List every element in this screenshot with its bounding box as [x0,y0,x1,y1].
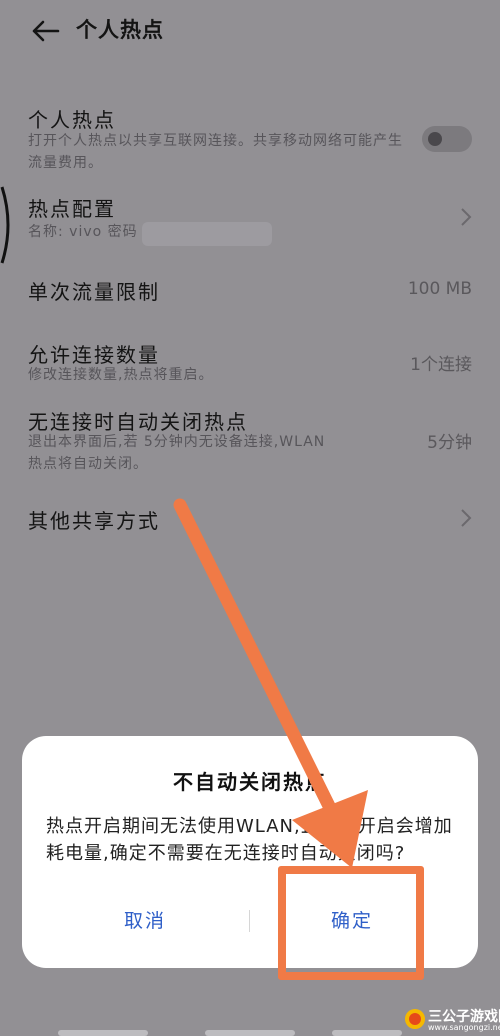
other-sharing-title: 其他共享方式 [28,509,160,533]
back-arrow-icon[interactable] [28,14,62,48]
page-title: 个人热点 [76,18,164,42]
auto-off-subtitle: 退出本界面后,若 5分钟内无设备连接,WLAN热点将自动关闭。 [28,434,326,472]
chevron-right-icon [461,509,472,527]
app-header: 个人热点 [0,0,500,62]
hotspot-description: 打开个人热点以共享互联网连接。共享移动网络可能产生流量费用。 [28,133,403,171]
watermark-logo-icon [405,1009,425,1029]
max-connections-value: 1个连接 [410,355,472,375]
bottom-nav-segment [332,1030,402,1036]
bottom-nav-segment [58,1030,148,1036]
annotation-highlight-box [278,866,424,980]
chevron-right-icon [461,208,472,226]
toggle-knob [428,132,442,146]
bottom-nav-segment [205,1030,295,1036]
watermark-url: www.sangongzi.net [428,1023,500,1032]
hotspot-toggle[interactable] [422,126,472,152]
max-connections-subtitle: 修改连接数量,热点将重启。 [28,367,214,383]
auto-off-value: 5分钟 [427,433,472,453]
data-limit-title: 单次流量限制 [28,280,160,304]
password-redaction [142,222,272,246]
data-limit-value: 100 MB [407,279,472,299]
config-title: 热点配置 [28,197,116,221]
cancel-button[interactable]: 取消 [124,906,166,933]
hotspot-title: 个人热点 [28,108,116,132]
site-watermark: 三公子游戏网 www.sangongzi.net [404,1004,500,1034]
button-divider [249,910,250,932]
edge-bracket-decoration [0,186,10,264]
dialog-title: 不自动关闭热点 [173,770,327,794]
dialog-message: 热点开启期间无法使用WLAN,且持续开启会增加耗电量,确定不需要在无连接时自动关… [46,816,453,864]
